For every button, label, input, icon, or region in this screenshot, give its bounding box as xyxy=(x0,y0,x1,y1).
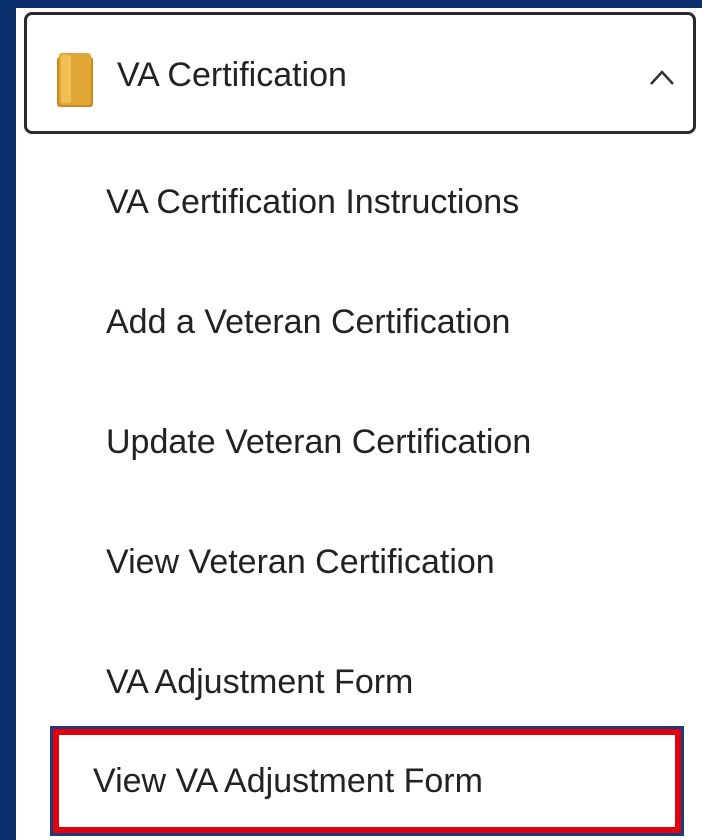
menu-item-va-certification-instructions[interactable]: VA Certification Instructions xyxy=(106,180,519,224)
chevron-up-icon[interactable] xyxy=(649,67,675,87)
highlighted-menu-item[interactable]: View VA Adjustment Form xyxy=(50,726,684,836)
folder-icon xyxy=(57,53,93,107)
menu-item-va-adjustment-form[interactable]: VA Adjustment Form xyxy=(106,660,413,704)
menu-item-view-va-adjustment-form[interactable]: View VA Adjustment Form xyxy=(93,759,483,803)
menu-header-label: VA Certification xyxy=(117,56,347,94)
menu-item-add-veteran-certification[interactable]: Add a Veteran Certification xyxy=(106,300,510,344)
va-certification-menu-panel: VA Certification VA Certification Instru… xyxy=(16,8,702,840)
va-certification-menu-header[interactable]: VA Certification xyxy=(24,12,696,134)
menu-item-update-veteran-certification[interactable]: Update Veteran Certification xyxy=(106,420,531,464)
menu-item-view-veteran-certification[interactable]: View Veteran Certification xyxy=(106,540,495,584)
